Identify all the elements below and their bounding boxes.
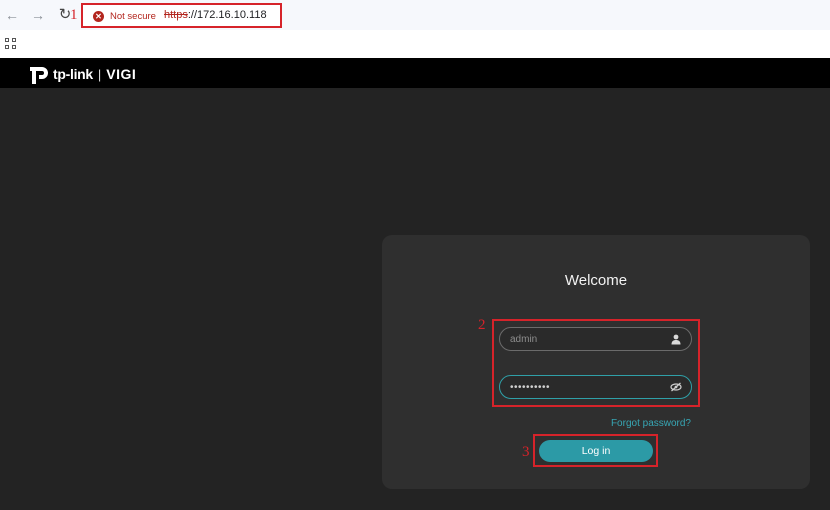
not-secure-x-icon: ✕ bbox=[93, 11, 104, 22]
annotation-number-1: 1 bbox=[70, 7, 78, 23]
url-host: ://172.16.10.118 bbox=[187, 9, 267, 21]
forward-arrow-icon[interactable]: → bbox=[30, 6, 46, 24]
brand-name: tp-link bbox=[53, 66, 93, 82]
username-input[interactable] bbox=[510, 328, 660, 350]
username-field[interactable] bbox=[499, 327, 692, 351]
welcome-title: Welcome bbox=[564, 272, 628, 289]
address-bar[interactable]: ✕ Not secure https://172.16.10.118 bbox=[81, 3, 282, 28]
eye-hidden-icon[interactable] bbox=[670, 381, 682, 393]
product-name: VIGI bbox=[106, 66, 137, 82]
apps-grid-icon[interactable] bbox=[5, 38, 16, 49]
bookmarks-bar bbox=[0, 30, 830, 58]
url-scheme: https bbox=[164, 9, 188, 21]
security-indicator[interactable]: ✕ Not secure bbox=[93, 8, 156, 25]
not-secure-label: Not secure bbox=[110, 11, 156, 22]
app-header: tp-link | VIGI bbox=[0, 58, 830, 88]
password-field[interactable] bbox=[499, 375, 692, 399]
tp-link-vigi-logo: tp-link | VIGI bbox=[25, 61, 136, 87]
login-button[interactable]: Log in bbox=[539, 440, 653, 462]
user-icon bbox=[671, 334, 681, 345]
brand-separator: | bbox=[97, 66, 102, 82]
browser-toolbar: ← → ↻ 1 ✕ Not secure https://172.16.10.1… bbox=[0, 0, 830, 30]
password-input[interactable] bbox=[510, 376, 660, 398]
back-arrow-icon[interactable]: ← bbox=[4, 6, 20, 24]
tp-link-logo-icon bbox=[30, 67, 48, 84]
annotation-number-2: 2 bbox=[478, 317, 486, 333]
forgot-password-link[interactable]: Forgot password? bbox=[611, 418, 691, 429]
url-text[interactable]: https://172.16.10.118 bbox=[164, 9, 267, 21]
annotation-number-3: 3 bbox=[522, 444, 530, 460]
login-card: Welcome 2 Forgot password? 3 Log in bbox=[382, 235, 810, 489]
